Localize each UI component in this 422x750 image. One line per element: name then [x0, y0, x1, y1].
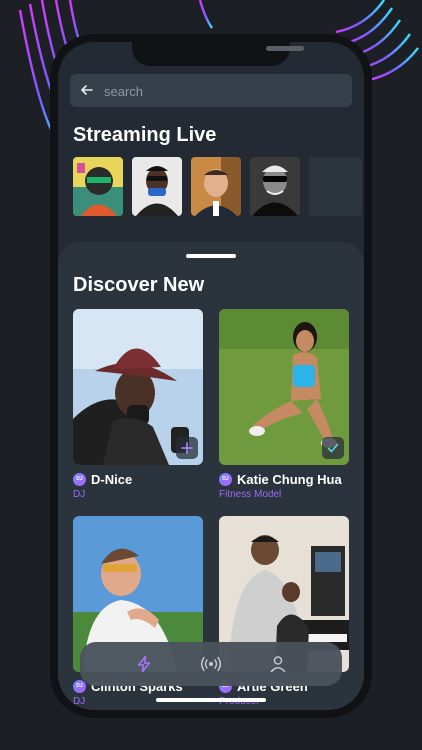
artist-name: DJ D-Nice — [73, 469, 132, 489]
home-indicator — [156, 698, 266, 702]
app-screen: Streaming Live — [58, 42, 364, 710]
artist-role: DJ — [73, 489, 86, 500]
search-bar[interactable] — [70, 74, 352, 109]
sheet-grabber[interactable] — [186, 254, 236, 258]
live-avatar-2[interactable] — [132, 157, 182, 216]
following-check-button[interactable] — [322, 437, 344, 459]
broadcast-icon — [201, 656, 221, 672]
profile-icon — [270, 656, 286, 673]
live-avatar-4[interactable] — [250, 157, 300, 216]
tab-discover[interactable] — [124, 642, 164, 686]
follow-plus-button[interactable] — [176, 437, 198, 459]
live-avatar-1[interactable] — [73, 157, 123, 216]
live-avatar-3[interactable] — [191, 157, 241, 216]
back-arrow-icon[interactable] — [80, 83, 94, 102]
discover-new-title: Discover New — [73, 274, 205, 296]
dj-badge-icon: DJ — [219, 472, 232, 486]
streaming-live-title: Streaming Live — [73, 124, 217, 146]
dj-badge-icon: DJ — [73, 472, 86, 486]
plus-icon — [181, 442, 193, 454]
artist-name: DJ Katie Chung Hua — [219, 469, 342, 489]
tab-live[interactable] — [191, 642, 231, 686]
check-icon — [327, 443, 339, 453]
search-input[interactable] — [102, 74, 346, 109]
tab-profile[interactable] — [258, 642, 298, 686]
speaker-grille — [266, 46, 304, 51]
artist-role: Fitness Model — [219, 489, 282, 500]
artist-name-text: Katie Chung Hua — [237, 471, 342, 487]
phone-notch — [132, 42, 304, 66]
live-avatar-placeholder — [309, 157, 362, 216]
lightning-icon — [137, 655, 151, 673]
artist-role: DJ — [73, 696, 86, 707]
artist-name-text: D-Nice — [91, 471, 133, 487]
discover-sheet: Discover New DJ D-Nice DJ DJ Katie Chung… — [58, 242, 364, 710]
bottom-tab-bar — [80, 642, 342, 686]
